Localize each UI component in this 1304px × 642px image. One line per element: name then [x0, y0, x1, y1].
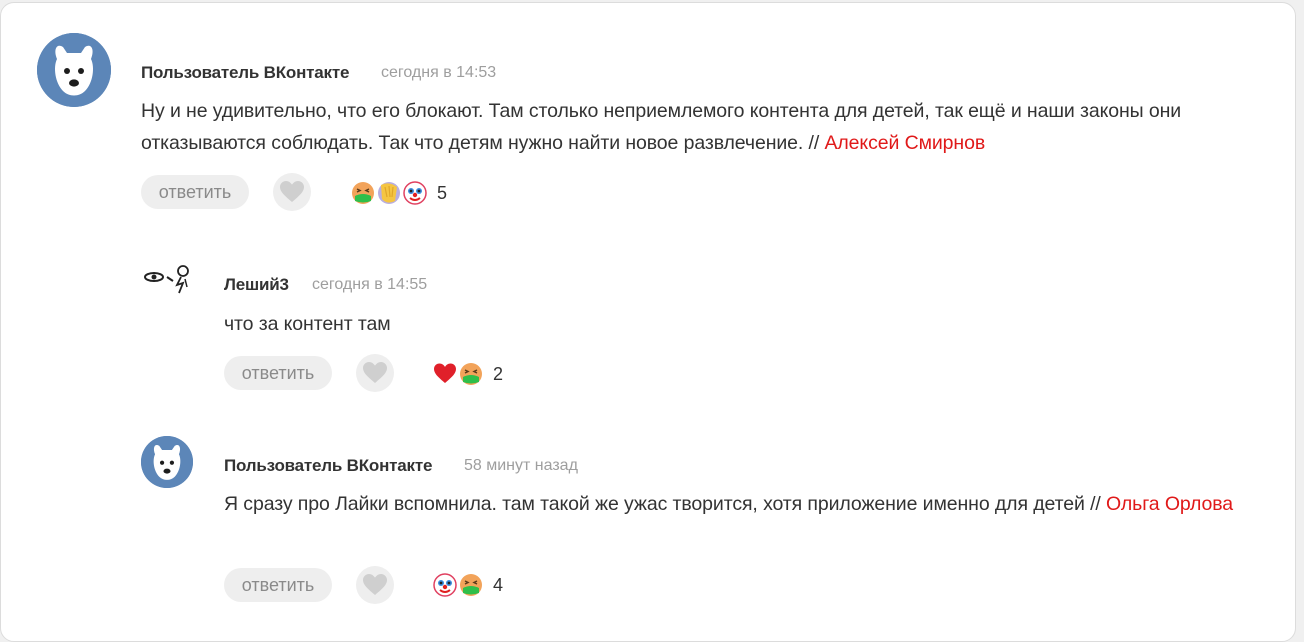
avatar[interactable]: [141, 436, 193, 488]
like-button[interactable]: [356, 566, 394, 604]
clown-face-icon: [433, 573, 457, 597]
reaction-count: 2: [493, 363, 504, 384]
comment-timestamp[interactable]: 58 минут назад: [464, 457, 578, 475]
facepalm-icon: [378, 182, 400, 204]
comment-body: Ну и не удивительно, что его блокают. Та…: [141, 100, 1182, 154]
red-heart-icon: [434, 363, 456, 383]
reply-button[interactable]: ответить: [141, 175, 249, 209]
reactions-summary[interactable]: 2: [433, 359, 503, 389]
heart-icon: [363, 574, 387, 595]
clown-face-icon: [403, 181, 427, 205]
mention-link[interactable]: Ольга Орлова: [1106, 493, 1233, 515]
nauseated-face-icon: [460, 574, 482, 596]
heart-icon: [280, 181, 304, 202]
comment-text: что за контент там: [224, 313, 391, 335]
comment-timestamp[interactable]: сегодня в 14:55: [312, 276, 427, 294]
reply-button[interactable]: ответить: [224, 568, 332, 602]
heart-icon: [363, 362, 387, 383]
sketch-avatar-icon: [141, 263, 193, 303]
nauseated-face-icon: [352, 182, 374, 204]
avatar[interactable]: [37, 33, 111, 107]
reactions-summary[interactable]: 5: [351, 178, 447, 208]
comment-author[interactable]: Пользователь ВКонтакте: [141, 63, 349, 83]
avatar[interactable]: [141, 263, 193, 303]
comments-card: Пользователь ВКонтакте сегодня в 14:53 Н…: [0, 2, 1296, 642]
comment-author[interactable]: Леший3: [224, 275, 289, 295]
like-button[interactable]: [273, 173, 311, 211]
reactions-summary[interactable]: 4: [433, 570, 503, 600]
reaction-count: 5: [437, 182, 448, 203]
mention-link[interactable]: Алексей Смирнов: [825, 132, 986, 154]
nauseated-face-icon: [460, 363, 482, 385]
comment-timestamp[interactable]: сегодня в 14:53: [381, 64, 496, 82]
comment-body: Я сразу про Лайки вспомнила. там такой ж…: [224, 493, 1107, 515]
comment-text: Ну и не удивительно, что его блокают. Та…: [141, 95, 1251, 159]
comment-author[interactable]: Пользователь ВКонтакте: [224, 456, 432, 476]
reaction-count: 4: [493, 574, 504, 595]
like-button[interactable]: [356, 354, 394, 392]
comment-text: Я сразу про Лайки вспомнила. там такой ж…: [224, 488, 1254, 520]
reply-button[interactable]: ответить: [224, 356, 332, 390]
default-dog-avatar-icon: [37, 33, 111, 107]
default-dog-avatar-icon: [141, 436, 193, 488]
